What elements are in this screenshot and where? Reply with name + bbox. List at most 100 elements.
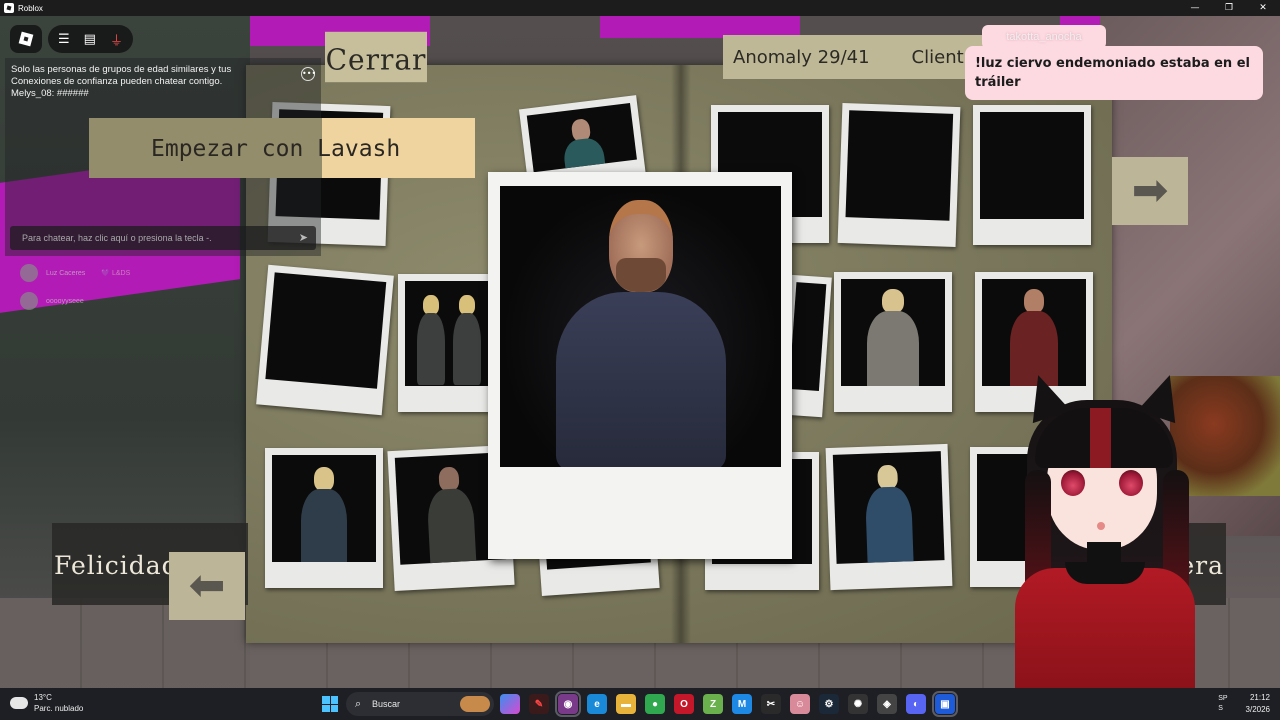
- search-label: Buscar: [372, 699, 401, 709]
- arrow-right-icon: ➡: [1131, 165, 1169, 216]
- figure-head: [1024, 289, 1044, 313]
- figure-torso: [452, 313, 481, 385]
- hamburger-icon[interactable]: ☰: [58, 32, 70, 47]
- mic-muted-icon[interactable]: ⏚: [110, 30, 123, 49]
- suspect-figure: [452, 295, 481, 385]
- system-tray: SP S 21:12 3/2026: [1218, 692, 1270, 716]
- figure-head: [458, 295, 475, 315]
- roblox-topbar: ☰ ▤ ⏚: [10, 25, 133, 53]
- polaroid-photo: [980, 112, 1084, 219]
- window-title: Roblox: [18, 3, 43, 13]
- obs-icon[interactable]: ◉: [555, 691, 581, 717]
- featured-suspect-photo: [500, 186, 781, 467]
- polaroid-card[interactable]: [825, 443, 953, 591]
- search-highlight-icon: [460, 696, 490, 712]
- lang-code: SP: [1218, 695, 1228, 702]
- chat-bubble: !luz ciervo endemoniado estaba en el trá…: [965, 46, 1263, 100]
- suspect-figure: [425, 466, 477, 565]
- edge-icon[interactable]: e: [587, 694, 607, 714]
- figure-head: [877, 464, 899, 490]
- figure-torso: [416, 313, 445, 385]
- suspect-figure: [301, 467, 347, 562]
- polaroid-card[interactable]: [973, 105, 1091, 245]
- vtuber-eye: [1119, 470, 1143, 496]
- window-titlebar: Roblox — ❐ ✕: [0, 0, 1280, 16]
- polaroid-card[interactable]: [834, 272, 952, 412]
- start-with-prefix: Empezar con: [151, 136, 318, 162]
- player-list: Luz Caceres 💜 L&DS ooooyyseee: [20, 259, 130, 315]
- roblox-menu-pill: ☰ ▤ ⏚: [48, 25, 133, 53]
- figure-head: [438, 466, 460, 492]
- figure-head: [422, 295, 439, 315]
- vtuber-app-icon[interactable]: ☺: [790, 694, 810, 714]
- capcut-icon[interactable]: ✂: [761, 694, 781, 714]
- send-icon[interactable]: ➤: [299, 226, 308, 250]
- openai-icon[interactable]: ✺: [848, 694, 868, 714]
- figure-torso: [867, 311, 919, 386]
- app-icon[interactable]: ◈: [877, 694, 897, 714]
- player-tag: 💜 L&DS: [101, 270, 131, 277]
- polaroid-card[interactable]: [398, 274, 498, 412]
- notepad-icon[interactable]: Z: [703, 694, 723, 714]
- roblox-taskbar-icon[interactable]: ▣: [932, 691, 958, 717]
- polaroid-photo: [845, 110, 954, 221]
- figure-head: [882, 289, 904, 313]
- roblox-logo-icon: [18, 31, 34, 47]
- weather-text: 13°C Parc. nublado: [34, 692, 83, 714]
- windows-start-icon[interactable]: [322, 696, 338, 712]
- polaroid-card[interactable]: [837, 102, 961, 248]
- windows-taskbar: 13°C Parc. nublado ⌕ Buscar ✎ ◉ e ▬ ● O …: [0, 688, 1280, 720]
- taskbar-search[interactable]: ⌕ Buscar: [346, 692, 494, 716]
- weather-temp: 13°C: [34, 693, 52, 702]
- figure-torso: [562, 136, 608, 173]
- anomaly-count-label: Anomaly 29/41: [733, 47, 870, 68]
- prev-page-button[interactable]: ⬅: [169, 552, 245, 620]
- chrome-icon[interactable]: ●: [645, 694, 665, 714]
- bubble-speaker-name: takotta_anocha: [982, 25, 1106, 49]
- polaroid-card[interactable]: [265, 448, 383, 588]
- minimize-button[interactable]: —: [1178, 0, 1212, 16]
- maximize-button[interactable]: ❐: [1212, 0, 1246, 16]
- close-window-button[interactable]: ✕: [1246, 0, 1280, 16]
- vtuber-avatar: [995, 368, 1235, 688]
- chat-toggle-icon[interactable]: ▤: [84, 32, 96, 47]
- chat-user-line: Melys_08: ######: [11, 88, 89, 99]
- opera-icon[interactable]: O: [674, 694, 694, 714]
- search-icon: ⌕: [355, 698, 362, 710]
- steam-icon[interactable]: ⚙: [819, 694, 839, 714]
- clock[interactable]: 21:12 3/2026: [1246, 692, 1270, 716]
- chat-input[interactable]: Para chatear, haz clic aquí o presiona l…: [10, 226, 316, 250]
- suspect-figure: [416, 295, 445, 385]
- start-with-button[interactable]: Empezar con Lavash: [89, 118, 475, 178]
- suspect-figure: [867, 289, 919, 386]
- chat-options-icon[interactable]: •••: [301, 67, 316, 81]
- clock-date: 3/2026: [1245, 705, 1270, 714]
- anomaly-counter: Anomaly 29/41 Client: [723, 35, 983, 79]
- copilot-icon[interactable]: [500, 694, 520, 714]
- player-name: ooooyyseee: [46, 297, 84, 305]
- player-row[interactable]: Luz Caceres 💜 L&DS: [20, 259, 130, 287]
- suspect-figure: [864, 464, 914, 564]
- polaroid-photo: [841, 279, 945, 386]
- arrow-left-icon: ⬅: [188, 560, 226, 611]
- player-row[interactable]: ooooyyseee: [20, 287, 130, 315]
- figure-torso: [301, 489, 347, 562]
- polaroid-photo: [405, 281, 491, 386]
- start-with-name: Lavash: [317, 136, 401, 162]
- weather-widget[interactable]: 13°C Parc. nublado: [7, 692, 83, 714]
- file-explorer-icon[interactable]: ▬: [616, 694, 636, 714]
- discord-icon[interactable]: ◐: [906, 694, 926, 714]
- vtuber-eye: [1061, 470, 1085, 496]
- roblox-menu-button[interactable]: [10, 25, 42, 53]
- featured-suspect-polaroid[interactable]: [488, 172, 792, 559]
- app-icon[interactable]: ✎: [529, 694, 549, 714]
- chat-messages: Solo las personas de grupos de edad simi…: [11, 64, 271, 100]
- language-indicator[interactable]: SP S: [1218, 694, 1227, 714]
- chat-input-placeholder: Para chatear, haz clic aquí o presiona l…: [22, 233, 212, 243]
- app-icon[interactable]: M: [732, 694, 752, 714]
- avatar: [20, 292, 38, 310]
- polaroid-card[interactable]: [256, 264, 394, 416]
- polaroid-photo: [265, 272, 387, 389]
- close-book-button[interactable]: Cerrar: [325, 31, 427, 83]
- next-page-button[interactable]: ➡: [1112, 157, 1188, 225]
